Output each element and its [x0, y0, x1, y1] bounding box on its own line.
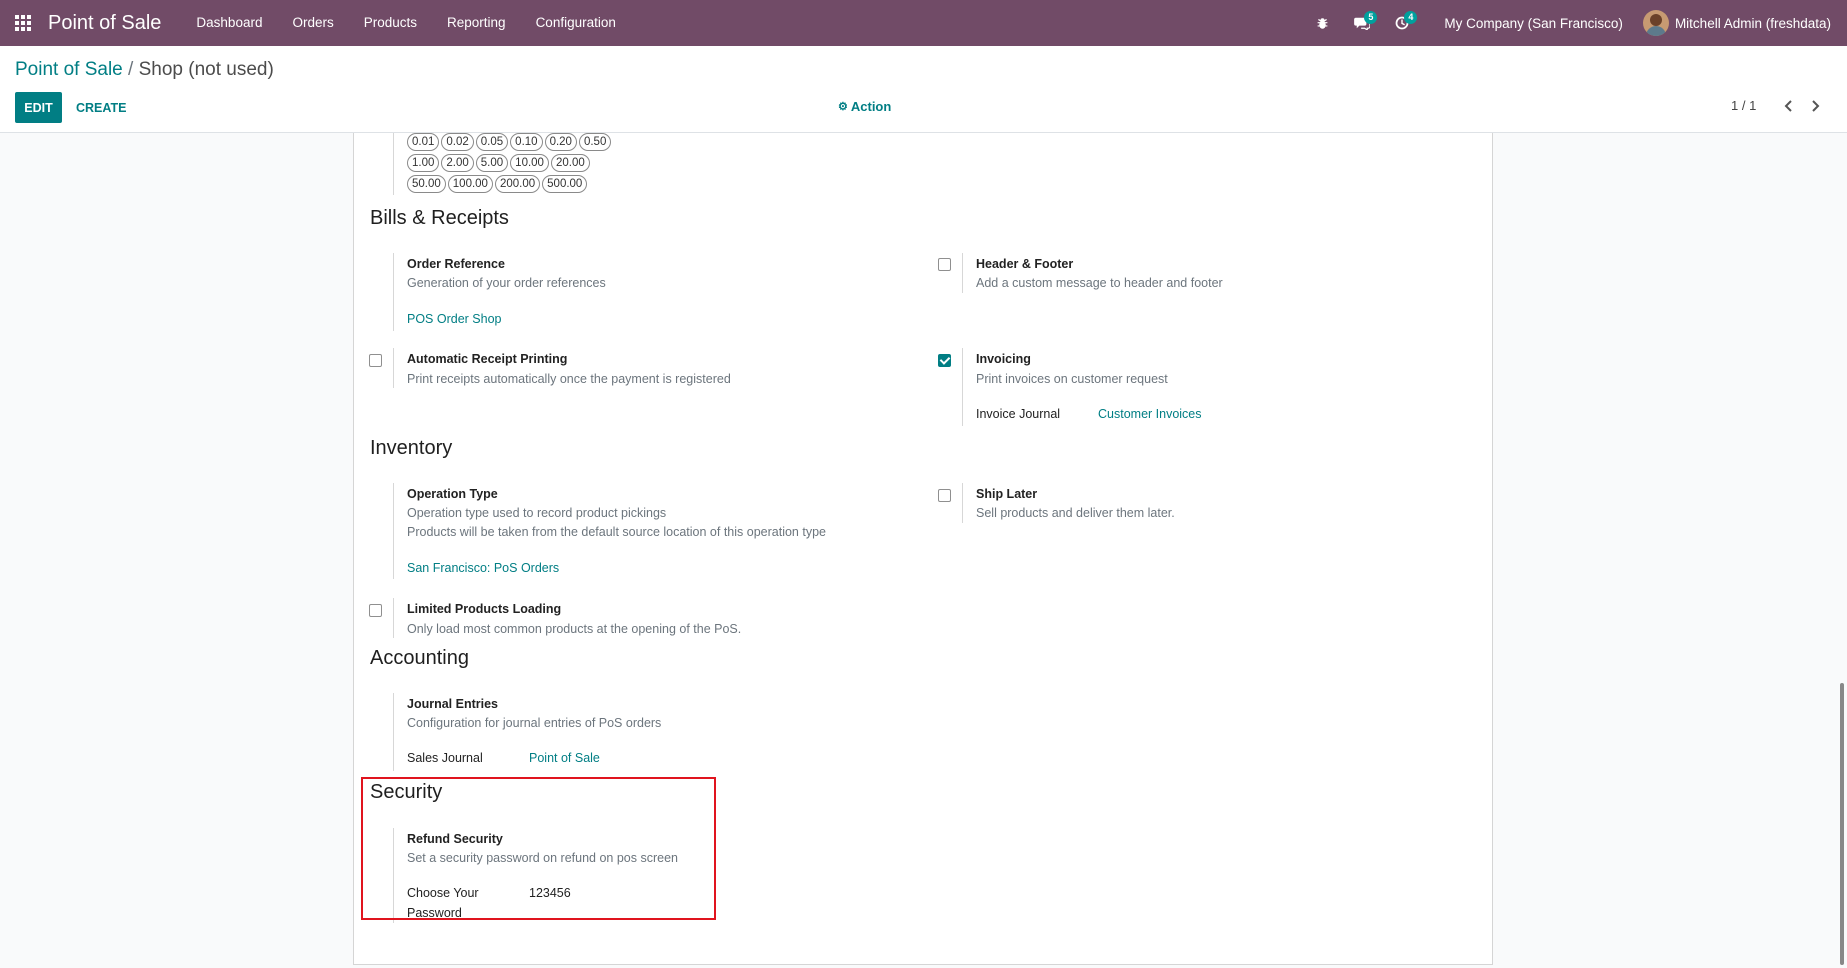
order-reference-desc: Generation of your order references [407, 276, 606, 290]
operation-type-value[interactable]: San Francisco: PoS Orders [407, 561, 559, 575]
coin-tag: 100.00 [447, 175, 493, 193]
edit-button[interactable]: EDIT [15, 92, 62, 123]
messages-badge: 5 [1364, 11, 1378, 24]
order-reference-label: Order Reference [407, 257, 505, 271]
header-footer-label: Header & Footer [976, 257, 1074, 271]
inventory-title: Inventory [370, 437, 453, 459]
debug-bug-icon[interactable] [1302, 0, 1342, 46]
menu-configuration[interactable]: Configuration [521, 0, 631, 46]
invoice-journal-value[interactable]: Customer Invoices [1098, 407, 1202, 421]
action-label: Action [850, 99, 892, 114]
journal-entries-label: Journal Entries [407, 697, 498, 711]
operation-type-desc: Operation type used to record product pi… [407, 506, 667, 520]
refund-security-desc: Set a security password on refund on pos… [407, 851, 678, 865]
field-divider [962, 253, 963, 293]
sales-journal-label: Sales Journal [407, 751, 483, 765]
activities-badge: 4 [1404, 11, 1418, 24]
auto-receipt-printing-desc: Print receipts automatically once the pa… [407, 372, 731, 386]
field-divider [393, 253, 394, 331]
password-label-line-2: Password [407, 906, 462, 920]
field-divider [393, 598, 394, 638]
coins-row-1: 0.01 0.02 0.05 0.10 0.20 0.50 [407, 133, 612, 151]
coin-tag: 2.00 [441, 154, 474, 172]
limited-products-desc: Only load most common products at the op… [407, 622, 742, 636]
pager-value[interactable]: 1 / 1 [1731, 98, 1756, 113]
form-view: 0.01 0.02 0.05 0.10 0.20 0.50 1.00 2.00 … [0, 133, 1847, 968]
main-menu: Dashboard Orders Products Reporting Conf… [181, 0, 630, 46]
ship-later-label: Ship Later [976, 487, 1038, 501]
coin-tag: 500.00 [542, 175, 588, 193]
apps-menu-icon[interactable] [0, 0, 46, 46]
coin-tag: 50.00 [407, 175, 446, 193]
coin-tag: 0.20 [544, 133, 577, 151]
activities-clock-icon[interactable]: 4 [1382, 0, 1422, 46]
user-menu[interactable]: Mitchell Admin (freshdata) [1642, 10, 1847, 36]
menu-orders[interactable]: Orders [277, 0, 348, 46]
order-reference-value[interactable]: POS Order Shop [407, 312, 502, 326]
breadcrumb-separator: / [128, 59, 134, 80]
app-title[interactable]: Point of Sale [48, 12, 161, 35]
accounting-title: Accounting [370, 647, 469, 669]
create-button[interactable]: CREATE [68, 92, 134, 123]
ship-later-desc: Sell products and deliver them later. [976, 506, 1175, 520]
breadcrumb-current: Shop (not used) [138, 59, 274, 80]
coin-tag: 5.00 [475, 154, 509, 172]
pager-next-icon[interactable] [1802, 91, 1828, 121]
limited-products-label: Limited Products Loading [407, 602, 562, 616]
menu-reporting[interactable]: Reporting [432, 0, 521, 46]
ship-later-checkbox[interactable] [938, 489, 951, 502]
coins-row-2: 1.00 2.00 5.00 10.00 20.00 [407, 154, 590, 172]
coin-tag: 0.50 [578, 133, 612, 151]
company-switcher[interactable]: My Company (San Francisco) [1422, 16, 1643, 31]
control-panel: Point of Sale / Shop (not used) EDIT CRE… [0, 46, 1847, 133]
scrollbar-thumb[interactable] [1840, 683, 1844, 965]
invoice-journal-label: Invoice Journal [976, 407, 1061, 421]
menu-products[interactable]: Products [349, 0, 432, 46]
invoicing-label: Invoicing [976, 352, 1031, 366]
coin-tag: 1.00 [407, 154, 440, 172]
auto-receipt-printing-checkbox[interactable] [369, 354, 382, 367]
user-name: Mitchell Admin (freshdata) [1674, 15, 1831, 31]
limited-products-checkbox[interactable] [369, 604, 382, 617]
coins-divider [393, 133, 394, 195]
journal-entries-desc: Configuration for journal entries of PoS… [407, 716, 662, 730]
password-label-line-1: Choose Your [407, 886, 479, 900]
operation-type-desc-2: Products will be taken from the default … [407, 525, 826, 539]
auto-receipt-printing-label: Automatic Receipt Printing [407, 352, 568, 366]
password-value[interactable]: 123456 [529, 886, 571, 900]
action-menu[interactable]: ⚙ Action [838, 99, 891, 114]
header-footer-checkbox[interactable] [938, 258, 951, 271]
field-divider [962, 483, 963, 523]
field-divider [393, 348, 394, 388]
breadcrumb: Point of Sale / Shop (not used) [15, 59, 274, 81]
messages-icon[interactable]: 5 [1342, 0, 1382, 46]
coins-row-3: 50.00 100.00 200.00 500.00 [407, 175, 588, 193]
pager-previous-icon[interactable] [1775, 91, 1801, 121]
sales-journal-value[interactable]: Point of Sale [529, 751, 600, 765]
security-title: Security [370, 781, 443, 803]
coin-tag: 20.00 [550, 154, 590, 172]
user-avatar [1642, 10, 1669, 36]
field-divider [962, 348, 963, 426]
coin-tag: 0.05 [475, 133, 509, 151]
coin-tag: 0.10 [510, 133, 543, 151]
field-divider [393, 693, 394, 771]
menu-dashboard[interactable]: Dashboard [181, 0, 277, 46]
field-divider [393, 483, 394, 579]
coin-tag: 200.00 [494, 175, 541, 193]
gear-icon: ⚙ [838, 101, 848, 113]
invoicing-desc: Print invoices on customer request [976, 372, 1168, 386]
coin-tag: 10.00 [510, 154, 549, 172]
operation-type-label: Operation Type [407, 487, 498, 501]
breadcrumb-root[interactable]: Point of Sale [15, 59, 123, 80]
header-footer-desc: Add a custom message to header and foote… [976, 276, 1223, 290]
top-navbar: Point of Sale Dashboard Orders Products … [0, 0, 1847, 46]
refund-security-label: Refund Security [407, 832, 503, 846]
field-divider [393, 828, 394, 923]
bills-receipts-title: Bills & Receipts [370, 207, 509, 229]
coin-tag: 0.02 [441, 133, 474, 151]
coin-tag: 0.01 [407, 133, 440, 151]
form-sheet [353, 133, 1493, 965]
invoicing-checkbox[interactable] [938, 354, 951, 367]
